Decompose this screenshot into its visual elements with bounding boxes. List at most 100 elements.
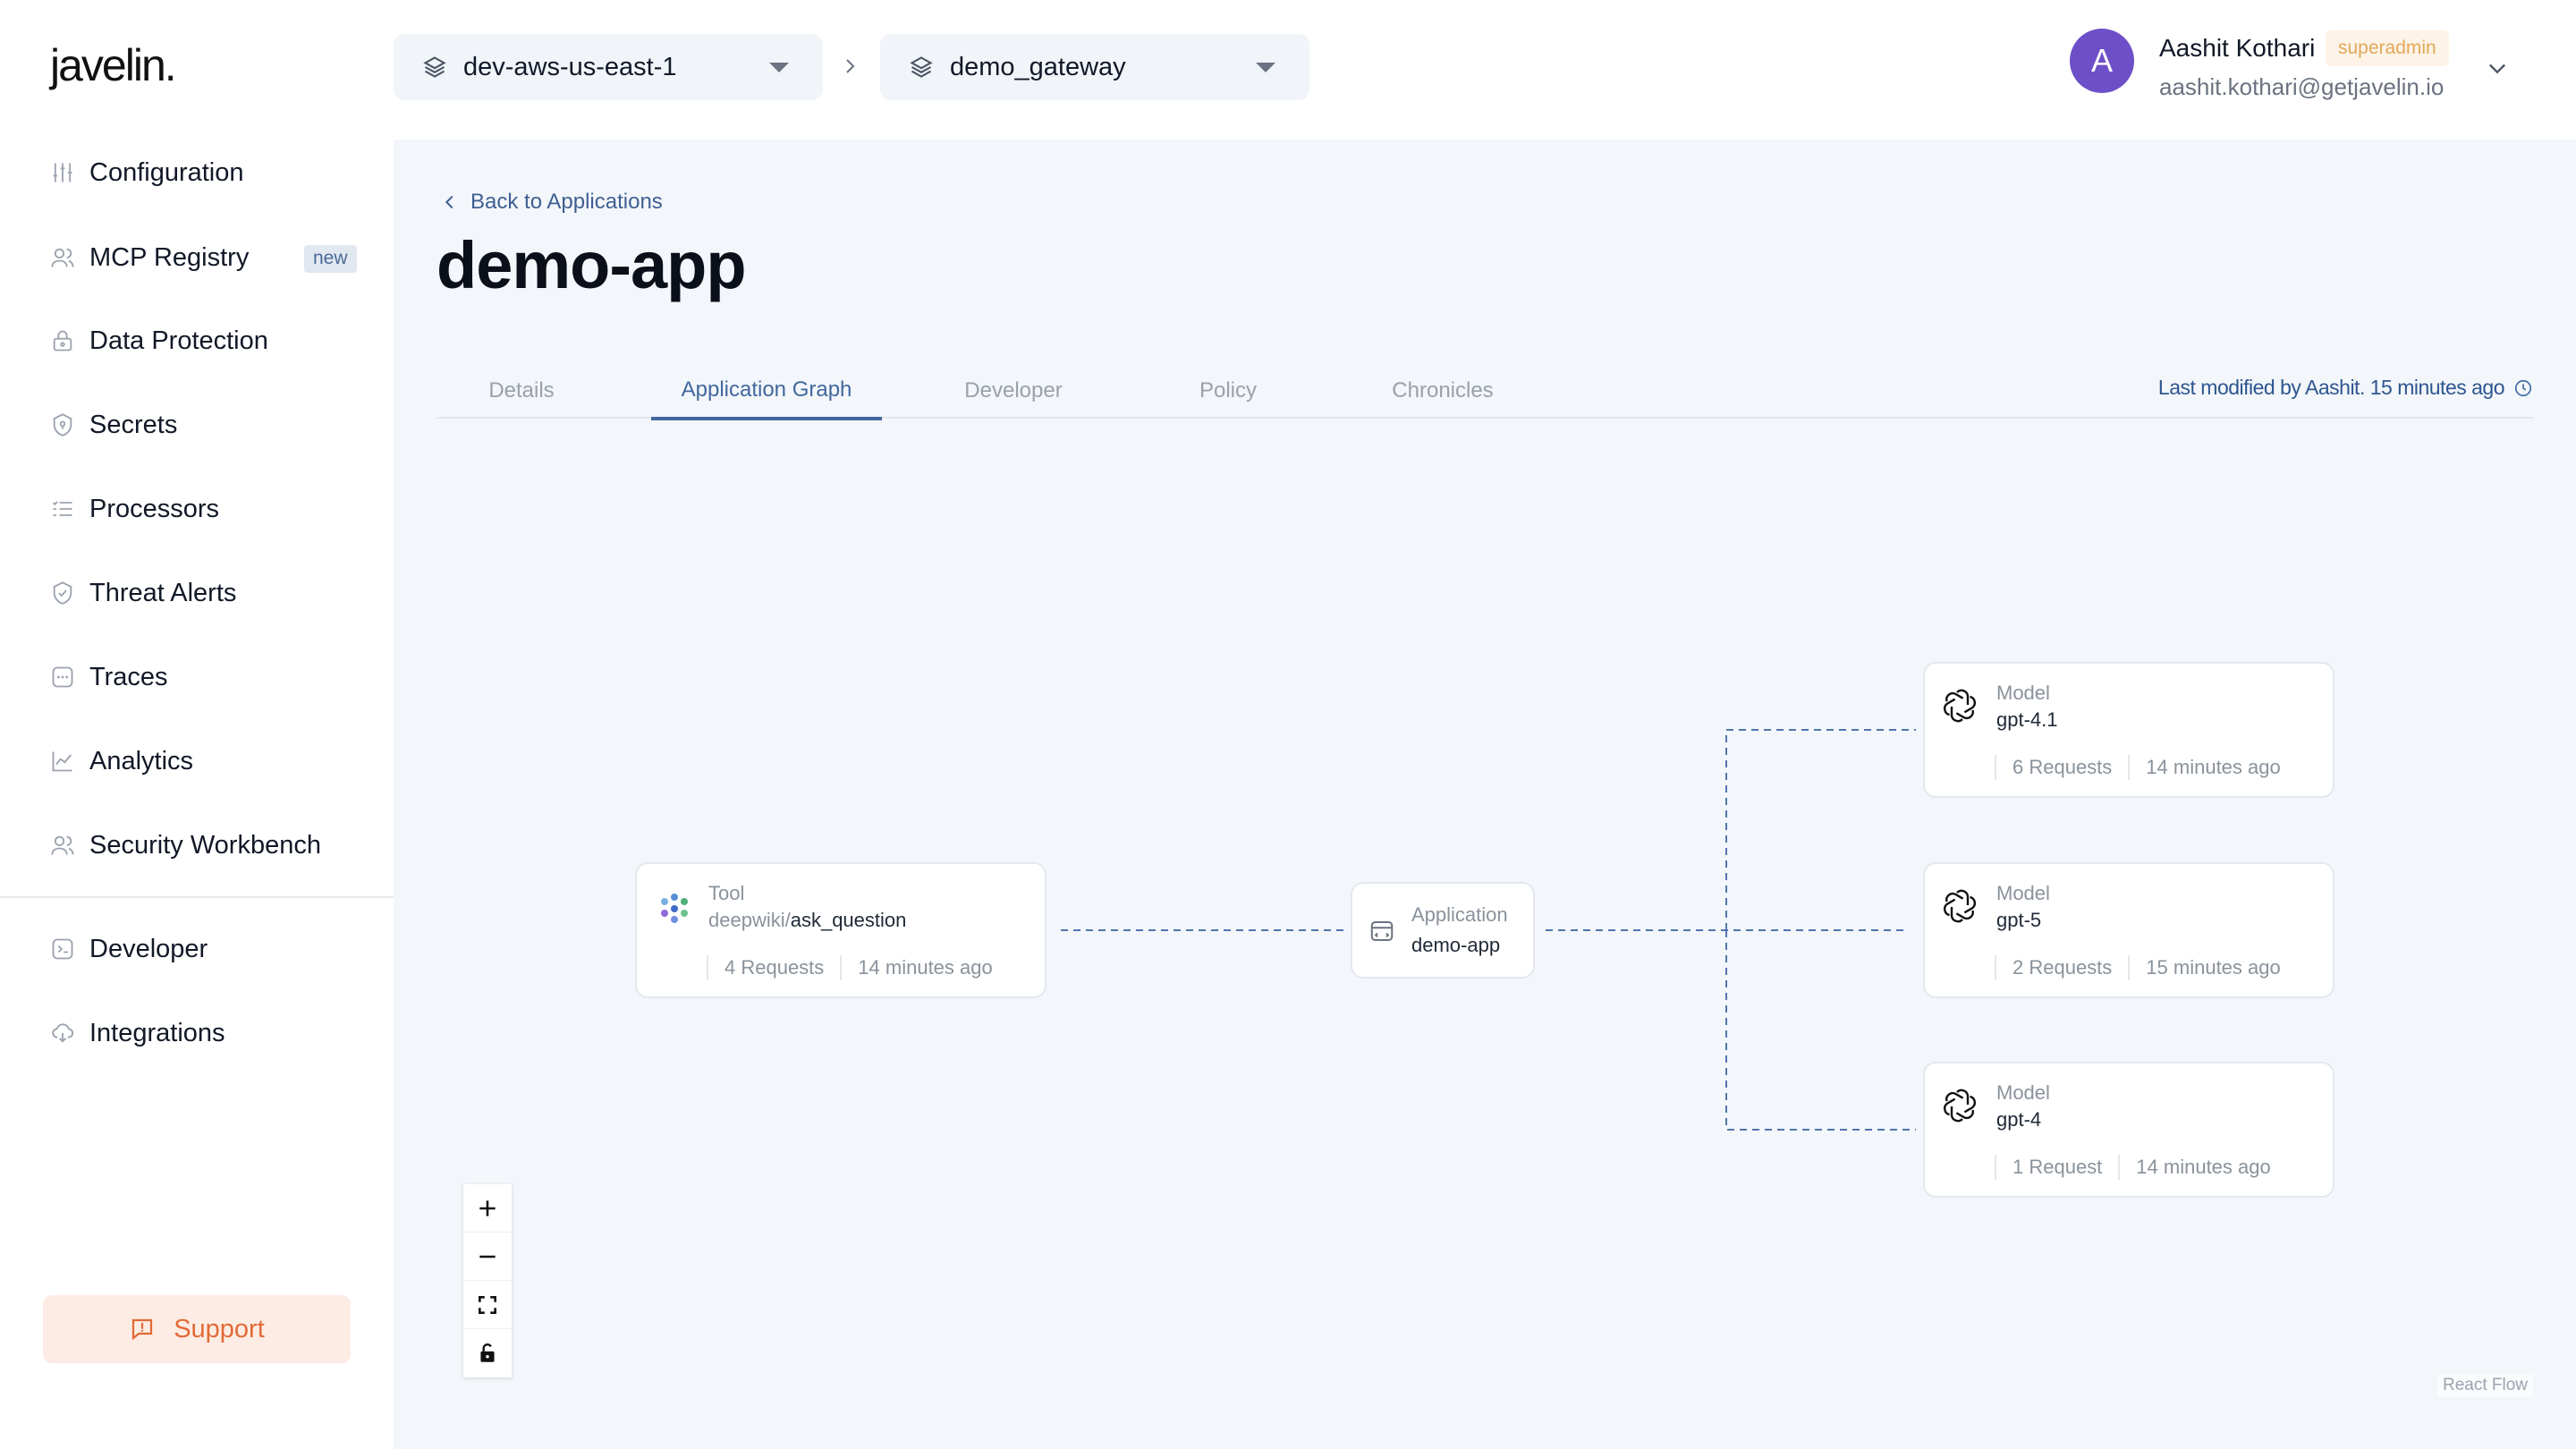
sidebar-item-label: Configuration (89, 157, 244, 187)
request-count: 1 Request (2012, 1156, 2103, 1178)
sidebar-item-data-protection[interactable]: Data Protection (50, 314, 363, 368)
stats-divider (707, 955, 708, 980)
graph-node-model-gpt-5[interactable]: Model gpt-5 2 Requests 15 minutes ago (1923, 862, 2334, 998)
new-badge: new (304, 245, 357, 273)
sidebar-item-traces[interactable]: Traces (50, 650, 363, 704)
node-type: Model (1996, 1081, 2050, 1104)
support-button[interactable]: Support (43, 1295, 351, 1363)
sidebar-item-integrations[interactable]: Integrations (50, 1006, 363, 1060)
lock-toggle-button[interactable] (463, 1329, 512, 1377)
sidebar-item-label: Security Workbench (89, 830, 321, 860)
sidebar: javelin. Configuration MCP Registry new … (0, 0, 394, 1449)
minus-icon (479, 1255, 496, 1258)
cloud-icon (52, 1023, 74, 1043)
sidebar-item-processors[interactable]: Processors (50, 482, 363, 536)
stats-divider (2118, 1155, 2121, 1180)
sidebar-item-configuration[interactable]: Configuration (50, 146, 363, 199)
top-bar: dev-aws-us-east-1 demo_gateway A Aashit … (394, 0, 2576, 140)
tab-details[interactable]: Details (436, 363, 606, 419)
node-type: Model (1996, 682, 2050, 704)
zoom-out-button[interactable] (463, 1233, 512, 1281)
zoom-in-button[interactable] (463, 1184, 512, 1233)
sidebar-item-analytics[interactable]: Analytics (50, 734, 363, 788)
react-flow-attribution[interactable]: React Flow (2436, 1374, 2533, 1397)
gateway-value: demo_gateway (950, 52, 1126, 81)
back-to-applications-link[interactable]: Back to Applications (440, 190, 663, 215)
graph-node-model-gpt-4[interactable]: Model gpt-4 1 Request 14 minutes ago (1923, 1062, 2334, 1198)
tool-namespace: deepwiki/ (708, 909, 791, 931)
environment-value: dev-aws-us-east-1 (463, 52, 677, 81)
role-badge: superadmin (2326, 30, 2449, 66)
avatar[interactable]: A (2070, 29, 2134, 93)
sliders-icon (53, 163, 72, 182)
sidebar-item-developer[interactable]: Developer (50, 922, 363, 976)
flow-controls (463, 1184, 512, 1377)
application-window-icon (1370, 921, 1394, 941)
unlock-icon (480, 1343, 495, 1362)
node-name: gpt-5 (1996, 909, 2042, 931)
environment-selector[interactable]: dev-aws-us-east-1 (394, 34, 823, 100)
edge-application-gpt-4-1 (1725, 729, 1916, 930)
stats-divider (2128, 755, 2131, 780)
node-name: demo-app (1411, 934, 1501, 956)
node-name: gpt-4 (1996, 1108, 2042, 1131)
user-name: Aashit Kothari (2159, 34, 2316, 62)
stats-divider (1995, 1155, 1996, 1180)
sidebar-item-secrets[interactable]: Secrets (50, 398, 363, 452)
sidebar-item-label: Data Protection (89, 326, 268, 355)
page-title: demo-app (436, 228, 747, 302)
gateway-selector[interactable]: demo_gateway (880, 34, 1309, 100)
stats-divider (1995, 755, 1996, 780)
graph-node-application[interactable]: Application demo-app (1351, 882, 1535, 979)
shield-icon (53, 413, 72, 436)
layers-icon (423, 56, 446, 78)
clock-icon[interactable] (2513, 378, 2533, 398)
graph-node-model-gpt-4-1[interactable]: Model gpt-4.1 6 Requests 14 minutes ago (1923, 662, 2334, 798)
users-icon (51, 835, 74, 855)
layers-icon (910, 56, 933, 78)
sidebar-divider (0, 896, 394, 898)
stats-divider (2128, 955, 2131, 980)
sidebar-item-label: Threat Alerts (89, 578, 237, 607)
chart-line-icon (52, 751, 72, 772)
node-stats: 2 Requests 15 minutes ago (1995, 955, 2281, 980)
shield-check-icon (53, 581, 72, 605)
stats-divider (1995, 955, 1996, 980)
fit-view-icon (479, 1295, 496, 1314)
back-label: Back to Applications (470, 190, 663, 214)
javelin-logo[interactable]: javelin. (50, 39, 177, 91)
terminal-icon (52, 938, 73, 960)
sidebar-item-label: Processors (89, 494, 220, 523)
request-count: 2 Requests (2012, 956, 2113, 979)
chevron-right-icon (846, 59, 855, 73)
graph-node-tool[interactable]: Tool deepwiki/ask_question 4 Requests 14… (635, 862, 1046, 998)
tab-policy[interactable]: Policy (1143, 363, 1313, 419)
node-stats: 4 Requests 14 minutes ago (707, 955, 993, 980)
tab-chronicles[interactable]: Chronicles (1358, 363, 1528, 419)
last-request-time: 15 minutes ago (2146, 956, 2281, 979)
node-type: Tool (708, 882, 745, 904)
tab-application-graph[interactable]: Application Graph (651, 363, 882, 420)
sidebar-item-label: Traces (89, 662, 168, 691)
users-icon (51, 248, 74, 267)
last-request-time: 14 minutes ago (2146, 756, 2281, 778)
main-content: Back to Applications demo-app Details Ap… (394, 140, 2576, 1449)
sidebar-item-security-workbench[interactable]: Security Workbench (50, 818, 363, 872)
sidebar-item-threat-alerts[interactable]: Threat Alerts (50, 566, 363, 620)
fit-view-button[interactable] (463, 1281, 512, 1329)
sidebar-item-label: MCP Registry (89, 242, 250, 272)
plus-icon (479, 1199, 496, 1216)
sidebar-item-label: Analytics (89, 746, 194, 775)
edge-application-gpt-4 (1725, 930, 1916, 1131)
node-stats: 6 Requests 14 minutes ago (1995, 755, 2281, 780)
lock-icon (53, 330, 72, 352)
node-type: Application (1411, 903, 1508, 926)
last-modified-text: Last modified by Aashit. 15 minutes ago (2157, 376, 2505, 399)
tool-name: ask_question (790, 909, 907, 931)
tab-developer[interactable]: Developer (928, 363, 1098, 419)
request-count: 6 Requests (2012, 756, 2113, 778)
chevron-down-icon[interactable] (2485, 55, 2510, 80)
caret-down-icon (1256, 63, 1275, 72)
openai-icon (1944, 889, 1976, 923)
sidebar-item-mcp-registry[interactable]: MCP Registry new (50, 231, 363, 284)
